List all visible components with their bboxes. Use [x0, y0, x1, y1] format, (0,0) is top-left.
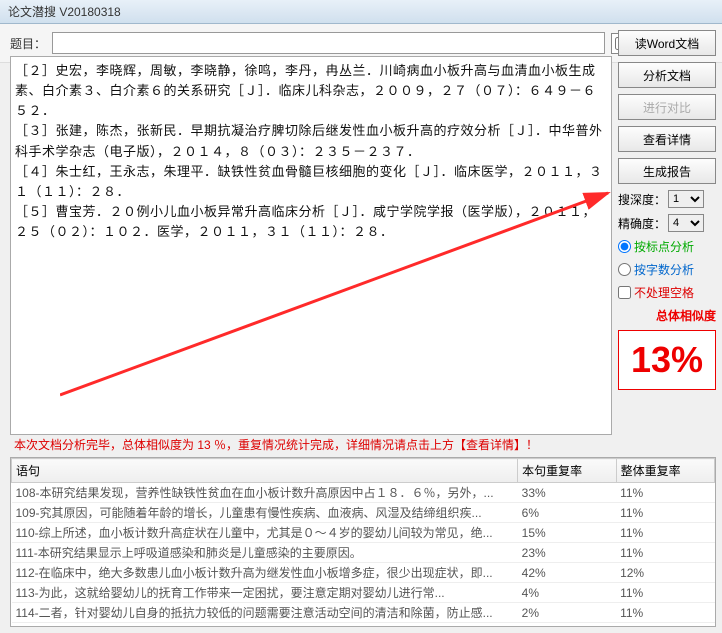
table-cell: 113-为此，这就给婴幼儿的抚育工作带来一定困扰，要注意定期对婴幼儿进行常...: [12, 583, 518, 603]
table-row[interactable]: 112-在临床中，绝大多数患儿血小板计数升高为继发性血小板增多症，很少出现症状，…: [12, 563, 715, 583]
table-cell: 11%: [616, 583, 714, 603]
topic-label: 题目：: [10, 35, 46, 52]
table-cell: 11%: [616, 623, 714, 628]
right-panel: 读Word文档 分析文档 进行对比 查看详情 生成报告 搜深度： 1 精确度： …: [618, 30, 716, 390]
table-cell: 11%: [616, 503, 714, 523]
precision-select[interactable]: 4: [668, 214, 704, 232]
table-row[interactable]: 108-本研究结果发现，营养性缺铁性贫血在血小板计数升高原因中占１８．６％，另外…: [12, 483, 715, 503]
table-cell: 2%: [518, 603, 616, 623]
reference-textarea[interactable]: ［２］史宏，李晓辉，周敏，李晓静，徐鸣，李丹，冉丛兰．川崎病血小板升高与血清血小…: [10, 56, 612, 435]
table-row[interactable]: 114-二者，针对婴幼儿自身的抵抗力较低的问题需要注意活动空间的清洁和除菌，防止…: [12, 603, 715, 623]
table-cell: 111-本研究结果显示上呼吸道感染和肺炎是儿童感染的主要原因。: [12, 543, 518, 563]
table-row[interactable]: 115-三者，要保证儿童饮食起居的规律性，保证充足的营养摄入。7%11%: [12, 623, 715, 628]
table-cell: 11%: [616, 523, 714, 543]
table-row[interactable]: 109-究其原因，可能随着年龄的增长，儿童患有慢性疾病、血液病、风湿及结缔组织疾…: [12, 503, 715, 523]
analyze-button[interactable]: 分析文档: [618, 62, 716, 88]
radio-wordcount-input[interactable]: [618, 263, 631, 276]
table-cell: 112-在临床中，绝大多数患儿血小板计数升高为继发性血小板增多症，很少出现症状，…: [12, 563, 518, 583]
col-sent-repeat[interactable]: 本句重复率: [518, 459, 616, 483]
table-cell: 110-综上所述，血小板计数升高症状在儿童中，尤其是０～４岁的婴幼儿间较为常见，…: [12, 523, 518, 543]
col-overall-repeat[interactable]: 整体重复率: [616, 459, 714, 483]
topic-input[interactable]: [52, 32, 605, 54]
read-word-button[interactable]: 读Word文档: [618, 30, 716, 56]
reference-text: ［２］史宏，李晓辉，周敏，李晓静，徐鸣，李丹，冉丛兰．川崎病血小板升高与血清血小…: [15, 61, 607, 242]
table-row[interactable]: 113-为此，这就给婴幼儿的抚育工作带来一定困扰，要注意定期对婴幼儿进行常...…: [12, 583, 715, 603]
similarity-value: 13%: [631, 339, 703, 381]
results-table-wrap: 语句 本句重复率 整体重复率 108-本研究结果发现，营养性缺铁性贫血在血小板计…: [10, 457, 716, 627]
table-cell: 23%: [518, 543, 616, 563]
table-cell: 6%: [518, 503, 616, 523]
table-cell: 12%: [616, 563, 714, 583]
table-cell: 33%: [518, 483, 616, 503]
similarity-label: 总体相似度: [618, 307, 716, 324]
table-cell: 109-究其原因，可能随着年龄的增长，儿童患有慢性疾病、血液病、风湿及结缔组织疾…: [12, 503, 518, 523]
results-table[interactable]: 语句 本句重复率 整体重复率 108-本研究结果发现，营养性缺铁性贫血在血小板计…: [11, 458, 715, 627]
table-cell: 42%: [518, 563, 616, 583]
radio-wordcount[interactable]: 按字数分析: [618, 261, 716, 278]
similarity-box: 13%: [618, 330, 716, 390]
report-button[interactable]: 生成报告: [618, 158, 716, 184]
table-cell: 11%: [616, 543, 714, 563]
check-nospace-input[interactable]: [618, 286, 631, 299]
table-cell: 4%: [518, 583, 616, 603]
check-nospace[interactable]: 不处理空格: [618, 284, 716, 301]
compare-button[interactable]: 进行对比: [618, 94, 716, 120]
depth-select[interactable]: 1: [668, 190, 704, 208]
table-cell: 115-三者，要保证儿童饮食起居的规律性，保证充足的营养摄入。: [12, 623, 518, 628]
status-message: 本次文档分析完毕，总体相似度为 13 ％，重复情况统计完成，详细情况请点击上方【…: [14, 436, 610, 453]
precision-label: 精确度：: [618, 215, 666, 232]
precision-row: 精确度： 4: [618, 214, 716, 232]
table-cell: 114-二者，针对婴幼儿自身的抵抗力较低的问题需要注意活动空间的清洁和除菌，防止…: [12, 603, 518, 623]
depth-label: 搜深度：: [618, 191, 666, 208]
radio-punct[interactable]: 按标点分析: [618, 238, 716, 255]
col-sentence[interactable]: 语句: [12, 459, 518, 483]
depth-row: 搜深度： 1: [618, 190, 716, 208]
table-cell: 11%: [616, 603, 714, 623]
table-cell: 7%: [518, 623, 616, 628]
window-title: 论文潜搜 V20180318: [8, 3, 121, 20]
table-cell: 15%: [518, 523, 616, 543]
table-cell: 11%: [616, 483, 714, 503]
radio-punct-input[interactable]: [618, 240, 631, 253]
details-button[interactable]: 查看详情: [618, 126, 716, 152]
table-header-row: 语句 本句重复率 整体重复率: [12, 459, 715, 483]
title-bar: 论文潜搜 V20180318: [0, 0, 722, 24]
table-cell: 108-本研究结果发现，营养性缺铁性贫血在血小板计数升高原因中占１８．６％，另外…: [12, 483, 518, 503]
table-row[interactable]: 110-综上所述，血小板计数升高症状在儿童中，尤其是０～４岁的婴幼儿间较为常见，…: [12, 523, 715, 543]
table-row[interactable]: 111-本研究结果显示上呼吸道感染和肺炎是儿童感染的主要原因。23%11%: [12, 543, 715, 563]
